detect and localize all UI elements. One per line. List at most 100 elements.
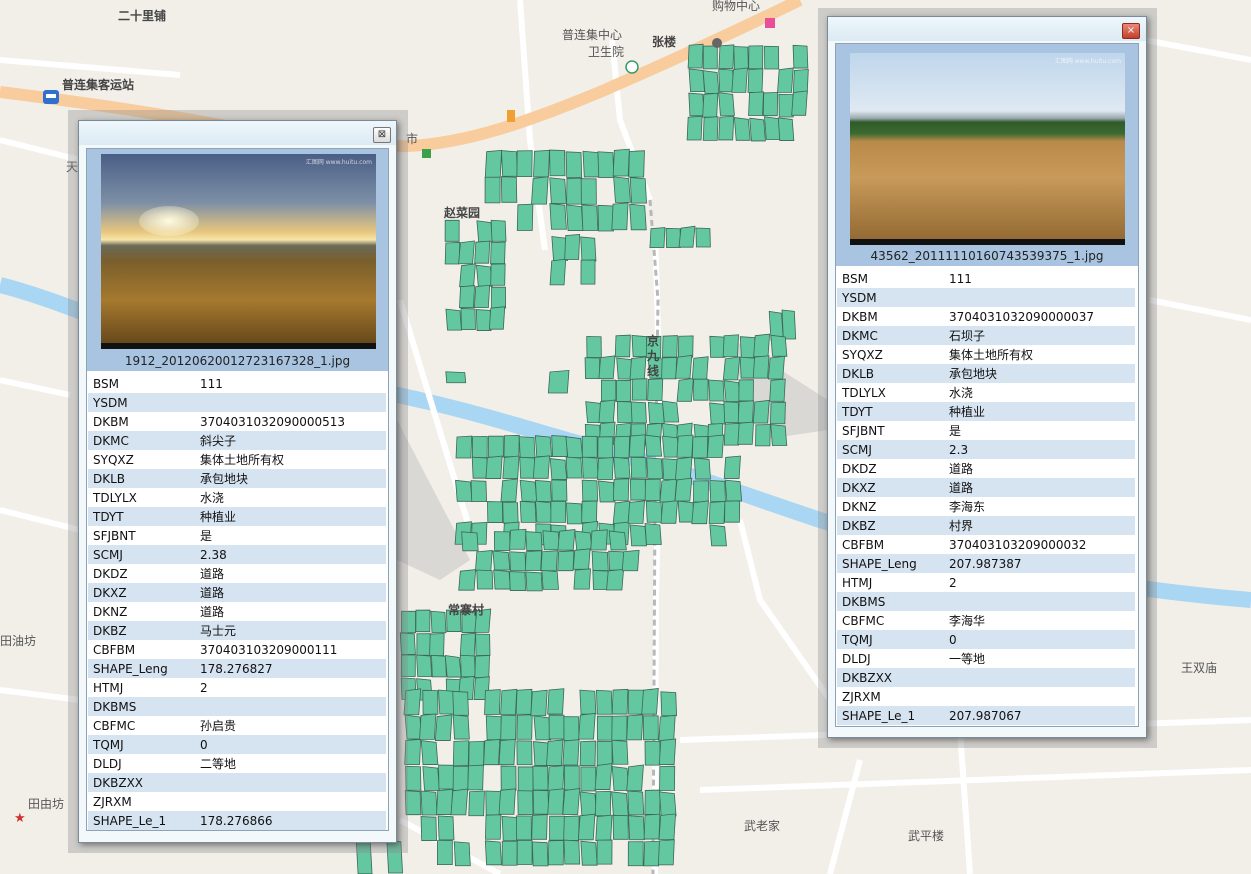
land-parcel[interactable] — [615, 379, 632, 402]
popup-titlebar[interactable] — [828, 17, 1146, 41]
land-parcel[interactable] — [658, 714, 676, 742]
land-parcel[interactable] — [565, 436, 584, 459]
land-parcel[interactable] — [437, 840, 453, 866]
land-parcel[interactable] — [488, 435, 504, 458]
land-parcel[interactable] — [733, 46, 749, 70]
land-parcel[interactable] — [647, 378, 664, 401]
land-parcel[interactable] — [547, 765, 565, 792]
land-parcel[interactable] — [770, 334, 788, 357]
land-parcel[interactable] — [422, 766, 440, 791]
land-parcel[interactable] — [753, 333, 771, 358]
land-parcel[interactable] — [452, 714, 470, 740]
land-parcel[interactable] — [562, 788, 581, 815]
land-parcel[interactable] — [422, 689, 439, 715]
land-parcel[interactable] — [641, 688, 659, 715]
land-parcel[interactable] — [574, 530, 593, 551]
land-parcel[interactable] — [608, 530, 627, 551]
land-parcel[interactable] — [643, 840, 660, 867]
land-parcel[interactable] — [752, 355, 770, 379]
land-parcel[interactable] — [731, 67, 748, 93]
land-parcel[interactable] — [542, 530, 561, 551]
land-parcel[interactable] — [718, 115, 735, 141]
land-parcel[interactable] — [525, 571, 543, 592]
land-parcel[interactable] — [581, 456, 599, 479]
land-parcel[interactable] — [581, 435, 598, 458]
land-parcel[interactable] — [518, 436, 536, 459]
land-parcel[interactable] — [455, 479, 473, 502]
land-parcel[interactable] — [431, 654, 447, 678]
land-parcel[interactable] — [708, 379, 725, 402]
land-parcel[interactable] — [737, 400, 754, 424]
land-parcel[interactable] — [535, 479, 552, 502]
land-parcel[interactable] — [579, 689, 597, 715]
land-parcel[interactable] — [500, 714, 517, 741]
land-parcel[interactable] — [548, 714, 565, 740]
land-parcel[interactable] — [484, 840, 502, 866]
land-parcel[interactable] — [564, 234, 581, 260]
land-parcel[interactable] — [630, 401, 647, 424]
land-parcel[interactable] — [519, 456, 536, 479]
land-parcel[interactable] — [611, 715, 628, 741]
land-parcel[interactable] — [458, 240, 475, 265]
land-parcel[interactable] — [474, 655, 490, 679]
land-parcel[interactable] — [533, 149, 550, 178]
land-parcel[interactable] — [573, 568, 591, 590]
sunset-wheat-field-image[interactable]: 汇图网 www.huitu.com — [101, 154, 376, 349]
land-parcel[interactable] — [493, 569, 511, 590]
land-parcel[interactable] — [597, 204, 614, 232]
land-parcel[interactable] — [598, 355, 616, 380]
land-parcel[interactable] — [498, 738, 516, 766]
land-parcel[interactable] — [563, 839, 581, 865]
land-parcel[interactable] — [471, 456, 489, 479]
land-parcel[interactable] — [509, 551, 527, 572]
land-parcel[interactable] — [659, 478, 678, 503]
land-parcel[interactable] — [416, 654, 433, 677]
land-parcel[interactable] — [706, 434, 725, 458]
land-parcel[interactable] — [718, 92, 735, 116]
land-parcel[interactable] — [764, 45, 780, 70]
land-parcel[interactable] — [547, 788, 565, 815]
land-parcel[interactable] — [596, 839, 613, 865]
land-parcel[interactable] — [565, 456, 583, 479]
land-parcel[interactable] — [452, 740, 470, 766]
land-parcel[interactable] — [530, 689, 548, 717]
land-parcel[interactable] — [591, 551, 609, 571]
land-parcel[interactable] — [475, 633, 491, 656]
land-parcel[interactable] — [474, 240, 491, 264]
land-parcel[interactable] — [580, 178, 597, 205]
land-parcel[interactable] — [695, 227, 711, 248]
land-parcel[interactable] — [565, 151, 583, 178]
land-parcel[interactable] — [503, 434, 520, 458]
land-parcel[interactable] — [626, 714, 644, 741]
land-parcel[interactable] — [723, 455, 741, 479]
land-parcel[interactable] — [675, 354, 693, 379]
land-parcel[interactable] — [535, 500, 553, 523]
land-parcel[interactable] — [565, 502, 583, 525]
land-parcel[interactable] — [476, 569, 494, 590]
land-parcel[interactable] — [642, 715, 659, 741]
land-parcel[interactable] — [485, 814, 502, 840]
land-parcel[interactable] — [643, 813, 661, 840]
land-parcel[interactable] — [416, 633, 432, 656]
land-parcel[interactable] — [678, 225, 696, 248]
land-parcel[interactable] — [627, 500, 645, 524]
land-parcel[interactable] — [581, 479, 599, 502]
land-parcel[interactable] — [487, 501, 504, 523]
land-parcel[interactable] — [563, 815, 580, 841]
land-parcel[interactable] — [598, 480, 616, 503]
land-parcel[interactable] — [490, 219, 507, 242]
land-parcel[interactable] — [563, 716, 580, 742]
land-parcel[interactable] — [767, 355, 785, 380]
land-parcel[interactable] — [611, 766, 630, 791]
land-parcel[interactable] — [724, 500, 741, 523]
land-parcel[interactable] — [533, 715, 552, 741]
land-parcel[interactable] — [532, 765, 549, 791]
land-parcel[interactable] — [516, 714, 533, 740]
land-parcel[interactable] — [540, 550, 558, 572]
land-parcel[interactable] — [733, 117, 751, 141]
land-parcel[interactable] — [517, 790, 534, 816]
land-parcel[interactable] — [628, 815, 645, 841]
land-parcel[interactable] — [629, 524, 647, 547]
land-parcel[interactable] — [476, 264, 493, 287]
land-parcel[interactable] — [468, 740, 485, 767]
